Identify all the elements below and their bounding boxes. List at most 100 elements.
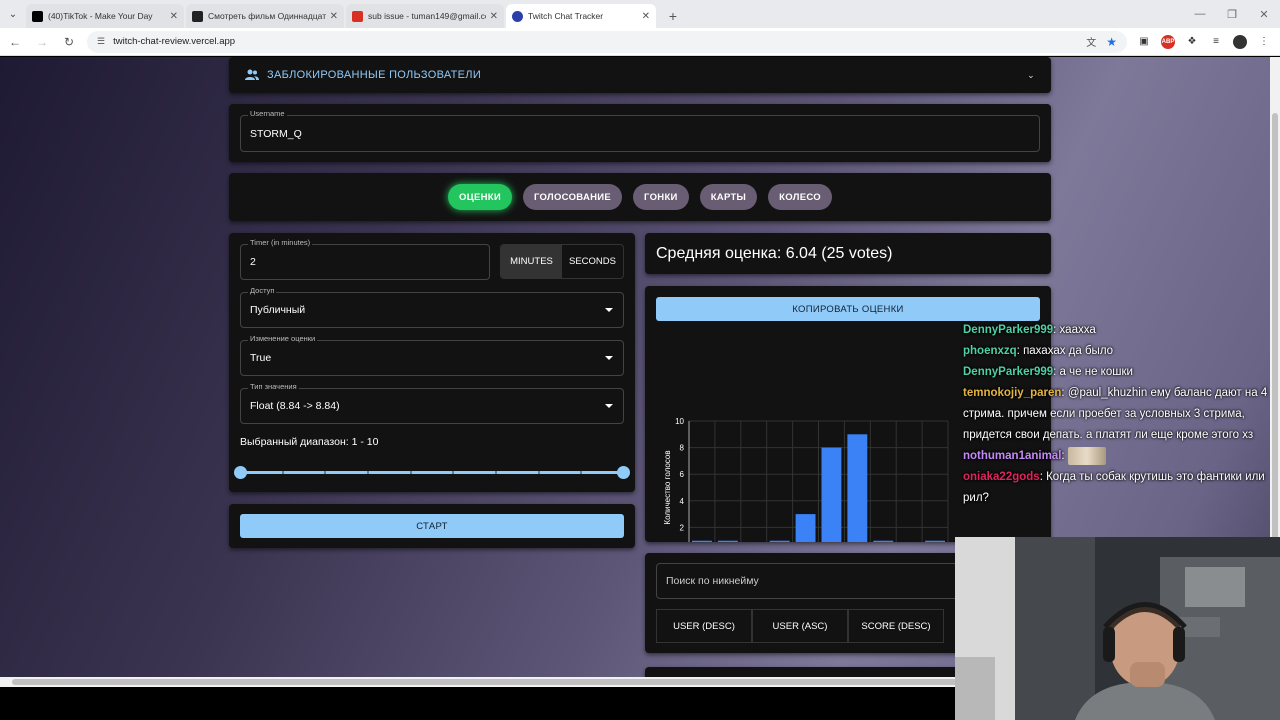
address-bar[interactable]: ☰ twitch-chat-review.vercel.app 文 ★: [87, 30, 1127, 53]
seconds-button[interactable]: SECONDS: [562, 245, 623, 278]
sort-score-desc-button[interactable]: SCORE (DESC): [848, 609, 944, 643]
back-icon[interactable]: ←: [3, 30, 27, 54]
histogram-bar: [873, 540, 894, 542]
histogram-bar: [925, 540, 945, 542]
score-change-select[interactable]: Изменение оценки True: [240, 334, 624, 376]
chat-separator: :: [1061, 450, 1068, 462]
maximize-icon[interactable]: ❐: [1216, 0, 1248, 28]
slider-tick: [538, 471, 540, 474]
chat-message: DennyParker999: хаахха: [963, 320, 1275, 341]
tab-cards[interactable]: КАРТЫ: [699, 184, 758, 210]
chat-text: пахахах да было: [1023, 345, 1114, 357]
extension-icon[interactable]: ▣: [1137, 35, 1151, 49]
time-unit-toggle: MINUTES SECONDS: [500, 244, 624, 279]
tab-voting[interactable]: ГОЛОСОВАНИЕ: [522, 184, 623, 210]
timer-value: 2: [250, 256, 256, 268]
chat-nick: temnokojiy_paren: [963, 387, 1062, 399]
new-tab-button[interactable]: +: [662, 5, 684, 27]
tab-ratings[interactable]: ОЦЕНКИ: [448, 184, 512, 210]
dropdown-arrow-icon: [605, 308, 613, 312]
url-text: twitch-chat-review.vercel.app: [113, 36, 236, 47]
slider-tick: [410, 471, 412, 474]
site-info-icon[interactable]: ☰: [97, 36, 105, 47]
chat-nick: DennyParker999: [963, 324, 1054, 336]
reading-list-icon[interactable]: ≡: [1209, 35, 1223, 49]
start-button[interactable]: СТАРТ: [240, 514, 624, 538]
tab-races[interactable]: ГОНКИ: [633, 184, 689, 210]
score-change-value: True: [250, 352, 272, 364]
range-slider[interactable]: [234, 465, 630, 479]
hd-icon: [192, 10, 203, 22]
value-type-label: Тип значения: [248, 382, 299, 391]
browser-tab[interactable]: (40)TikTok - Make Your Day ✕: [26, 4, 184, 28]
close-tab-icon[interactable]: ✕: [642, 11, 650, 22]
browser-tab[interactable]: sub issue - tuman149@gmail.com ✕: [346, 4, 504, 28]
blocked-users-accordion[interactable]: ЗАБЛОКИРОВАННЫЕ ПОЛЬЗОВАТЕЛИ ⌄: [229, 57, 1051, 93]
dropdown-arrow-icon: [605, 404, 613, 408]
close-tab-icon[interactable]: ✕: [490, 11, 498, 22]
tab-title: sub issue - tuman149@gmail.com: [368, 11, 486, 21]
selected-range-label: Выбранный диапазон: 1 - 10: [240, 436, 379, 448]
histogram-bar: [717, 540, 738, 542]
chat-message: nothuman1animal:: [963, 446, 1275, 467]
slider-tick: [452, 471, 454, 474]
close-tab-icon[interactable]: ✕: [330, 11, 338, 22]
minimize-icon[interactable]: —: [1184, 0, 1216, 28]
close-tab-icon[interactable]: ✕: [170, 11, 178, 22]
slider-tick: [282, 471, 284, 474]
bookmark-star-icon[interactable]: ★: [1106, 35, 1117, 49]
puzzle-icon[interactable]: ❖: [1185, 35, 1199, 49]
browser-tab[interactable]: Смотреть фильм Одиннадцать ✕: [186, 4, 344, 28]
username-field[interactable]: Username STORM_Q: [240, 109, 1040, 152]
address-toolbar: ← → ↻ ☰ twitch-chat-review.vercel.app 文 …: [0, 28, 1280, 56]
search-placeholder: Поиск по никнейму: [666, 575, 759, 587]
close-window-icon[interactable]: ✕: [1248, 0, 1280, 28]
forward-icon[interactable]: →: [30, 30, 54, 54]
timer-label: Timer (in minutes): [248, 238, 313, 247]
access-select[interactable]: Доступ Публичный: [240, 286, 624, 328]
chat-nick: DennyParker999: [963, 366, 1054, 378]
minutes-button[interactable]: MINUTES: [501, 245, 562, 278]
blocked-users-label: ЗАБЛОКИРОВАННЫЕ ПОЛЬЗОВАТЕЛИ: [267, 69, 482, 81]
slider-tick: [495, 471, 497, 474]
chevron-down-icon[interactable]: ⌄: [1027, 70, 1035, 81]
score-change-label: Изменение оценки: [248, 334, 318, 343]
tab-wheel[interactable]: КОЛЕСО: [768, 184, 832, 210]
chat-message: oniaka22gods: Когда ты собак крутишь это…: [963, 467, 1275, 509]
slider-max-handle[interactable]: [617, 466, 630, 479]
access-value: Публичный: [250, 304, 306, 316]
slider-min-handle[interactable]: [234, 466, 247, 479]
menu-dots-icon[interactable]: ⋮: [1257, 35, 1271, 49]
tab-title: (40)TikTok - Make Your Day: [48, 11, 153, 21]
username-card: Username STORM_Q: [229, 104, 1051, 162]
y-tick-label: 6: [680, 470, 685, 479]
value-type-select[interactable]: Тип значения Float (8.84 -> 8.84): [240, 382, 624, 424]
y-tick-label: 4: [680, 497, 685, 506]
webcam-overlay: [955, 537, 1280, 720]
app-icon: [512, 10, 523, 22]
adblock-icon[interactable]: ABP: [1161, 34, 1175, 49]
tab-search-icon[interactable]: ⌄: [0, 0, 26, 28]
y-axis-label: Количество голосов: [663, 450, 672, 524]
value-type-value: Float (8.84 -> 8.84): [250, 400, 340, 412]
sort-user-desc-button[interactable]: USER (DESC): [656, 609, 752, 643]
browser-tab-bar: ⌄ (40)TikTok - Make Your Day ✕ Смотреть …: [0, 0, 1280, 28]
start-card: СТАРТ: [229, 504, 635, 548]
y-tick-label: 2: [680, 523, 685, 532]
extensions-area: ▣ ABP ❖ ≡ ⋮: [1137, 34, 1271, 49]
reload-icon[interactable]: ↻: [57, 30, 81, 54]
translate-icon[interactable]: 文: [1086, 34, 1096, 49]
timer-field[interactable]: Timer (in minutes) 2: [240, 238, 490, 280]
chat-nick: nothuman1animal: [963, 450, 1062, 462]
users-icon: [245, 69, 259, 80]
window-controls: — ❐ ✕: [1184, 0, 1280, 28]
profile-avatar[interactable]: [1233, 34, 1247, 49]
histogram-bar: [769, 540, 790, 542]
y-tick-label: 8: [680, 444, 685, 453]
average-score-text: Средняя оценка: 6.04 (25 votes): [656, 244, 893, 262]
sort-user-asc-button[interactable]: USER (ASC): [752, 609, 848, 643]
browser-tab-active[interactable]: Twitch Chat Tracker ✕: [506, 4, 656, 28]
slider-tick: [580, 471, 582, 474]
histogram-bar: [847, 434, 868, 542]
chat-nick: oniaka22gods: [963, 471, 1040, 483]
